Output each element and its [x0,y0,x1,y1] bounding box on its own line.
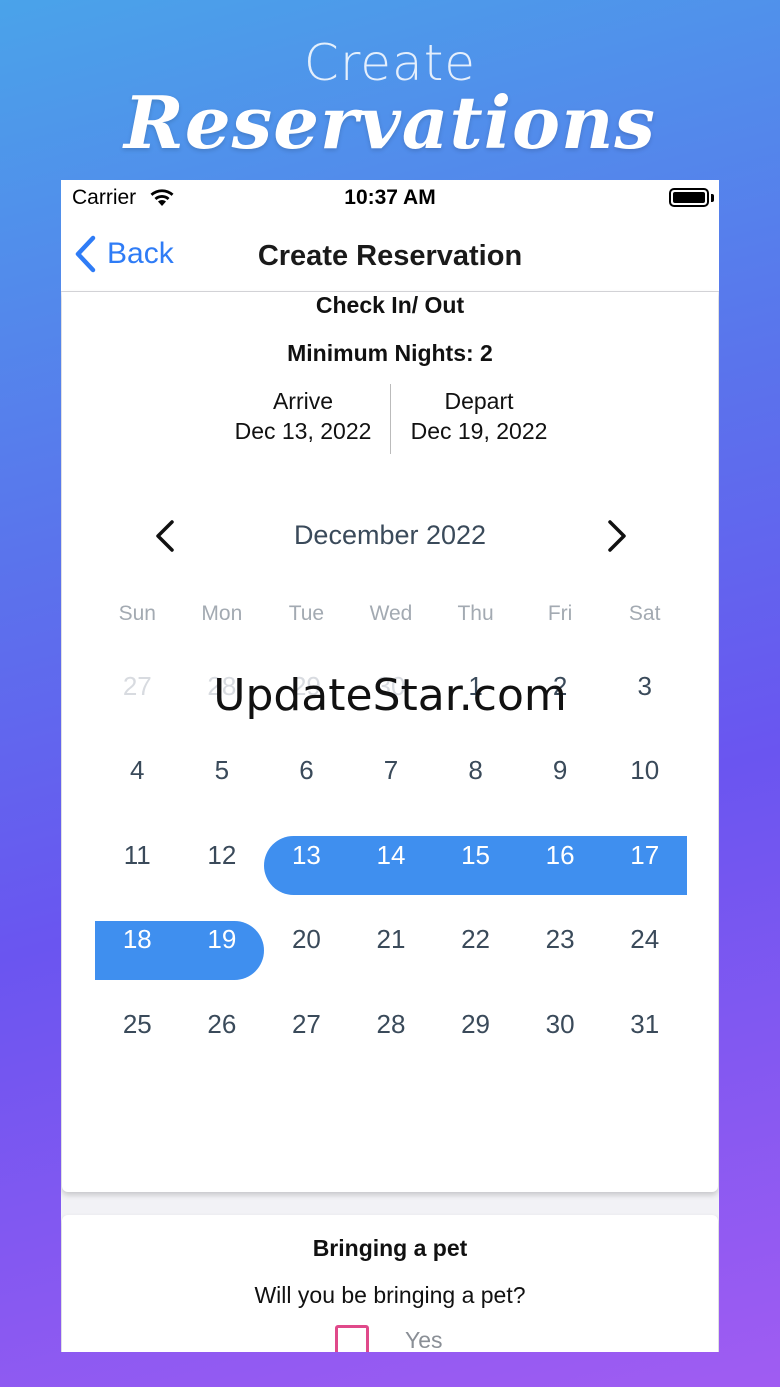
calendar-day[interactable]: 8 [433,729,518,814]
weekday-label: Mon [201,602,243,625]
calendar-day[interactable]: 22 [433,898,518,983]
pet-question: Will you be bringing a pet? [254,1282,526,1308]
calendar-week-row: 11 12 13 14 15 16 17 [95,813,687,898]
pet-section-title: Bringing a pet [312,1235,468,1261]
calendar-day-selected[interactable]: 18 [95,898,180,983]
minimum-nights-label: Minimum Nights: 2 [287,340,493,366]
calendar-week-row: 25 26 27 28 29 30 31 [95,982,687,1067]
calendar-day[interactable]: 23 [518,898,603,983]
status-bar: Carrier 10:37 AM [61,180,719,220]
pet-yes-label: Yes [405,1327,443,1352]
calendar-day[interactable]: 31 [602,982,687,1067]
arrive-label: Arrive [272,388,334,414]
calendar-day: 30 [376,670,406,701]
arrive-section: Arrive Dec 13, 2022 [203,386,403,446]
calendar-day[interactable]: 28 [349,982,434,1067]
weekday-label: Wed [369,602,413,625]
depart-label: Depart [444,388,514,414]
calendar-day-selected[interactable]: 13 [264,813,349,898]
calendar-day[interactable]: 6 [264,729,349,814]
weekday-label: Fri [547,602,573,625]
promo-header: Create Reservations [0,0,780,180]
calendar-day-selected[interactable]: 15 [433,813,518,898]
navigation-bar: Back Create Reservation [61,220,719,292]
calendar-day[interactable]: 1 [433,644,518,729]
calendar-day[interactable]: 9 [518,729,603,814]
calendar-day[interactable]: 30 [518,982,603,1067]
check-in-out-card: Check In/ Out Minimum Nights: 2 Arrive D… [62,292,718,1192]
calendar-header: December 2022 [62,510,718,560]
calendar-day-selected[interactable]: 19 [180,898,265,983]
chevron-right-icon[interactable] [596,516,636,556]
calendar-day[interactable]: 2 [518,644,603,729]
calendar-day[interactable]: 24 [602,898,687,983]
calendar-day[interactable]: 12 [180,813,265,898]
calendar-day[interactable]: 20 [264,898,349,983]
calendar-grid: 27 28 29 30 1 2 3 4 5 6 7 8 9 10 11 12 13 14 15 16 17 18 19 20 2… [95,644,687,1067]
calendar-day[interactable]: 11 [95,813,180,898]
calendar-day-selected[interactable]: 14 [349,813,434,898]
calendar-day[interactable]: 3 [602,644,687,729]
calendar-day[interactable]: 7 [349,729,434,814]
check-in-out-title: Check In/ Out [315,292,465,318]
page-title: Create Reservation [257,240,523,272]
weekday-label: Tue [288,602,325,625]
depart-section: Depart Dec 19, 2022 [379,386,579,446]
calendar-day: 29 [291,670,321,701]
weekday-label: Thu [457,602,494,625]
calendar-day[interactable]: 27 [264,982,349,1067]
weekday-label: Sat [628,602,661,625]
calendar-day: 27 [122,670,152,701]
pet-card: Bringing a pet Will you be bringing a pe… [62,1215,718,1352]
status-time: 10:37 AM [344,186,436,209]
calendar-day[interactable]: 25 [95,982,180,1067]
calendar-week-row: 18 19 20 21 22 23 24 [95,898,687,983]
calendar-day-selected[interactable]: 17 [602,813,687,898]
promo-title-line2: Reservations [124,80,656,165]
battery-icon [669,188,709,207]
calendar-week-row: 27 28 29 30 1 2 3 [95,644,687,729]
arrive-date: Dec 13, 2022 [234,418,372,444]
calendar-day[interactable]: 26 [180,982,265,1067]
depart-date: Dec 19, 2022 [410,418,548,444]
calendar-day[interactable]: 5 [180,729,265,814]
calendar-day-selected[interactable]: 16 [518,813,603,898]
battery-cap [711,194,714,202]
calendar-day[interactable]: 10 [602,729,687,814]
calendar-day[interactable]: 4 [95,729,180,814]
calendar-day[interactable]: 29 [433,982,518,1067]
weekday-label: Sun [118,602,156,625]
pet-yes-checkbox[interactable] [335,1325,369,1352]
phone-screen: Carrier 10:37 AM Back Create Reservation… [61,180,719,1352]
calendar-day[interactable]: 21 [349,898,434,983]
calendar-week-row: 4 5 6 7 8 9 10 [95,729,687,814]
weekday-header-row: Sun Mon Tue Wed Thu Fri Sat [95,602,687,626]
calendar-day: 28 [207,670,237,701]
